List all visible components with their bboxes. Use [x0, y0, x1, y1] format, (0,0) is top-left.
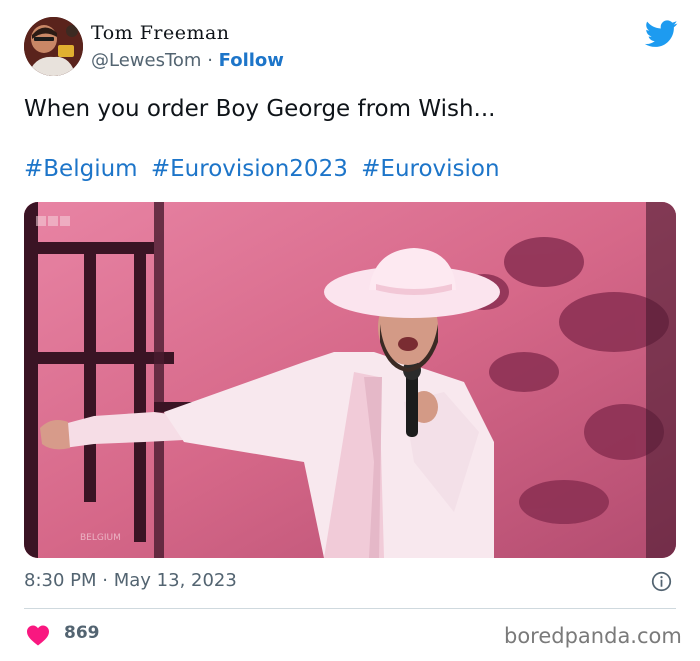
performer-photo: BELGIUM	[24, 202, 676, 558]
twitter-bird-icon[interactable]	[645, 20, 678, 48]
follow-button[interactable]: Follow	[219, 50, 284, 71]
author-name[interactable]: Tom Freeman	[91, 22, 230, 44]
media-caption: BELGIUM	[80, 533, 121, 543]
tweet-text: When you order Boy George from Wish...	[24, 96, 496, 122]
handle-row: @LewesTom · Follow	[91, 50, 284, 71]
hashtag-belgium[interactable]: #Belgium	[24, 156, 138, 182]
timestamp[interactable]: 8:30 PM · May 13, 2023	[24, 570, 237, 591]
handle-separator: ·	[207, 50, 213, 71]
tweet-time: 8:30 PM	[24, 570, 97, 591]
like-count: 869	[64, 623, 100, 643]
hashtags: #Belgium #Eurovision2023 #Eurovision	[24, 156, 506, 182]
tweet-date: May 13, 2023	[113, 570, 237, 591]
hashtag-eurovision[interactable]: #Eurovision	[361, 156, 499, 182]
info-icon[interactable]	[651, 571, 672, 592]
hashtag-eurovision2023[interactable]: #Eurovision2023	[151, 156, 348, 182]
avatar[interactable]	[24, 17, 83, 76]
heart-icon[interactable]	[26, 624, 50, 646]
avatar-photo	[24, 17, 83, 76]
watermark: boredpanda.com	[504, 624, 682, 648]
author-handle[interactable]: @LewesTom	[91, 50, 201, 71]
tweet-media[interactable]: BELGIUM	[24, 202, 676, 558]
timestamp-separator: ·	[102, 570, 108, 591]
divider	[24, 608, 676, 609]
